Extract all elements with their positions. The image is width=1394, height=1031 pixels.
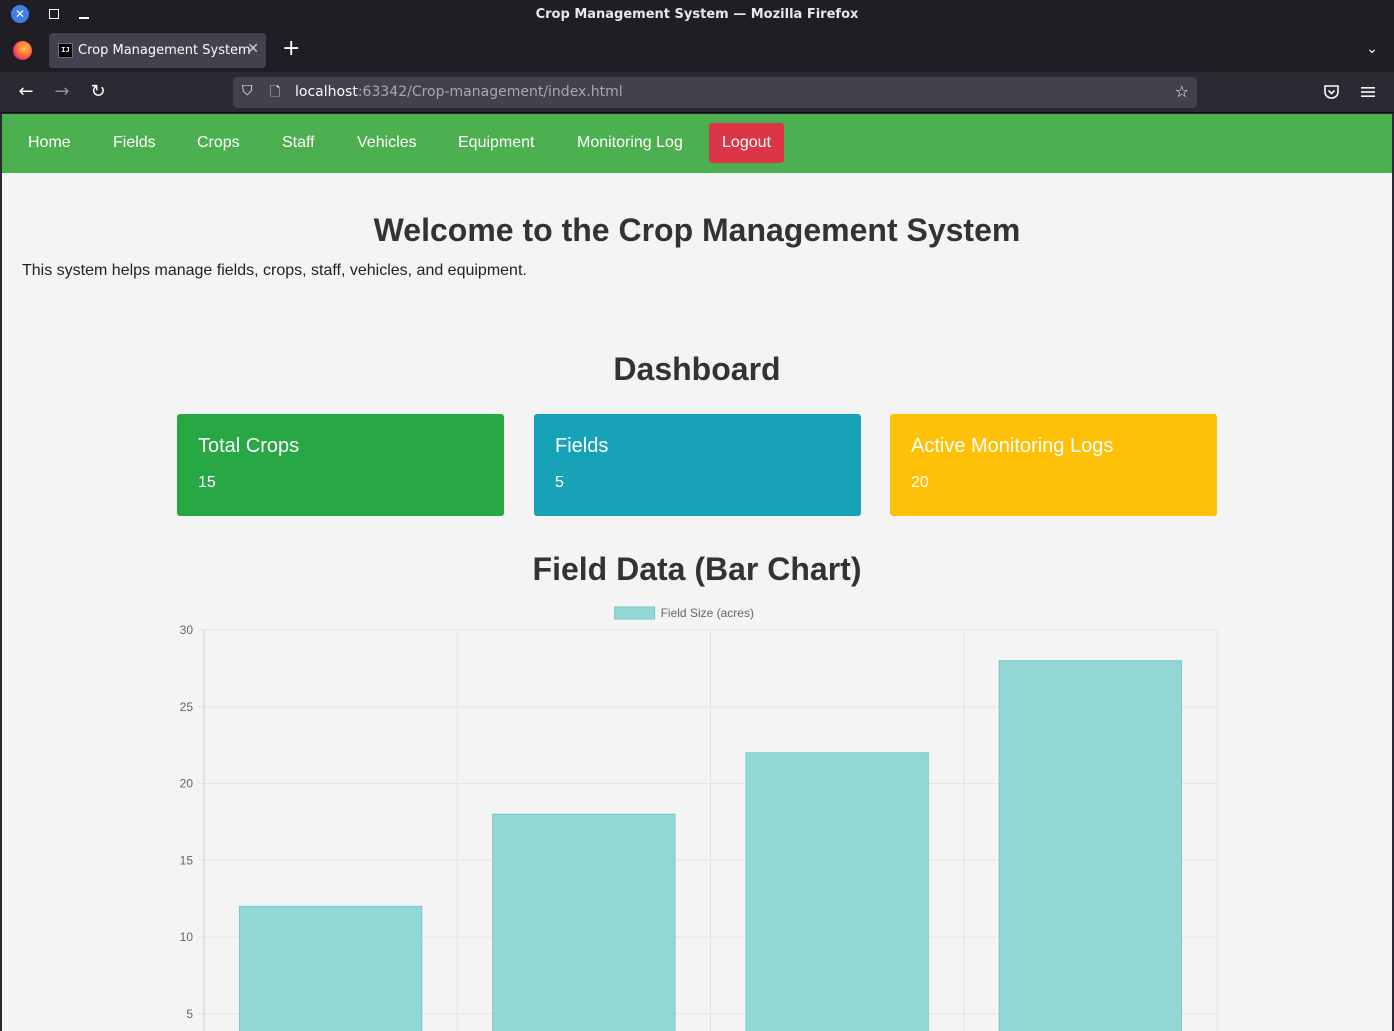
nav-link-vehicles[interactable]: Vehicles bbox=[357, 134, 417, 152]
logout-button[interactable]: Logout bbox=[709, 123, 784, 163]
card-title: Total Crops bbox=[198, 435, 300, 457]
y-tick-label: 15 bbox=[180, 853, 194, 867]
site-navbar: Home Fields Crops Staff Vehicles Equipme… bbox=[2, 114, 1392, 173]
card-value: 5 bbox=[555, 474, 564, 491]
card-value: 20 bbox=[911, 474, 929, 491]
card-fields: Fields 5 bbox=[534, 414, 861, 516]
bar-field-1[interactable] bbox=[238, 905, 423, 1031]
tab-strip: IJ Crop Management System ✕ + ⌄ bbox=[0, 29, 1394, 72]
card-title: Fields bbox=[555, 435, 609, 457]
card-total-crops: Total Crops 15 bbox=[177, 414, 504, 516]
bar-field-2[interactable] bbox=[492, 813, 676, 1031]
nav-link-crops[interactable]: Crops bbox=[197, 134, 240, 152]
bar-field-3[interactable] bbox=[745, 752, 929, 1031]
card-value: 15 bbox=[198, 474, 216, 491]
welcome-heading: Welcome to the Crop Management System bbox=[373, 212, 1021, 248]
legend-swatch[interactable] bbox=[614, 606, 656, 620]
nav-link-staff[interactable]: Staff bbox=[282, 134, 315, 152]
reload-icon[interactable]: ↻ bbox=[86, 80, 110, 104]
window-title: Crop Management System — Mozilla Firefox bbox=[535, 7, 859, 22]
nav-link-monitoring-log[interactable]: Monitoring Log bbox=[577, 134, 683, 152]
tab-list-chevron-icon[interactable]: ⌄ bbox=[1366, 41, 1378, 57]
pocket-icon[interactable] bbox=[1323, 84, 1340, 100]
y-tick-label: 10 bbox=[180, 930, 194, 944]
y-tick-label: 30 bbox=[180, 623, 194, 637]
new-tab-icon[interactable]: + bbox=[282, 37, 300, 61]
intro-text: This system helps manage fields, crops, … bbox=[22, 262, 527, 279]
url-host: localhost bbox=[295, 84, 358, 100]
url-bar[interactable]: ⛉ 🗋 localhost:63342/Crop-management/inde… bbox=[233, 77, 1197, 108]
page-viewport: Home Fields Crops Staff Vehicles Equipme… bbox=[2, 114, 1392, 1031]
page-info-icon[interactable]: 🗋 bbox=[270, 83, 280, 105]
card-title: Active Monitoring Logs bbox=[911, 435, 1114, 457]
dashboard-heading: Dashboard bbox=[613, 351, 781, 387]
y-tick-label: 25 bbox=[180, 700, 194, 714]
window-titlebar: ✕ Crop Management System — Mozilla Firef… bbox=[0, 0, 1394, 29]
browser-toolbar: ← → ↻ ⛉ 🗋 localhost:63342/Crop-managemen… bbox=[0, 72, 1394, 113]
card-active-monitoring-logs: Active Monitoring Logs 20 bbox=[890, 414, 1217, 516]
firefox-logo-icon[interactable] bbox=[13, 41, 32, 60]
back-arrow-icon[interactable]: ← bbox=[14, 80, 38, 104]
url-text[interactable]: localhost:63342/Crop-management/index.ht… bbox=[295, 84, 623, 100]
nav-link-home[interactable]: Home bbox=[28, 134, 71, 152]
chart-heading: Field Data (Bar Chart) bbox=[532, 551, 862, 587]
url-path: :63342/Crop-management/index.html bbox=[357, 84, 623, 100]
bookmark-star-icon[interactable]: ☆ bbox=[1175, 82, 1189, 101]
tab-title: Crop Management System bbox=[78, 43, 251, 58]
y-tick-label: 5 bbox=[186, 1007, 193, 1021]
bar-field-4[interactable] bbox=[998, 660, 1183, 1031]
hamburger-menu-icon[interactable] bbox=[1361, 85, 1375, 99]
intellij-favicon-icon: IJ bbox=[58, 43, 73, 58]
y-tick-label: 20 bbox=[180, 777, 194, 791]
field-size-bar-chart: 5 10 15 20 25 30 Field Size (acres) bbox=[180, 606, 1218, 1031]
legend-label[interactable]: Field Size (acres) bbox=[661, 606, 754, 620]
nav-link-equipment[interactable]: Equipment bbox=[458, 134, 535, 152]
nav-link-fields[interactable]: Fields bbox=[113, 134, 156, 152]
forward-arrow-icon[interactable]: → bbox=[50, 80, 74, 104]
tab-close-icon[interactable]: ✕ bbox=[247, 41, 259, 57]
tracking-shield-icon[interactable]: ⛉ bbox=[242, 83, 253, 99]
browser-tab[interactable]: IJ Crop Management System ✕ bbox=[49, 33, 266, 68]
